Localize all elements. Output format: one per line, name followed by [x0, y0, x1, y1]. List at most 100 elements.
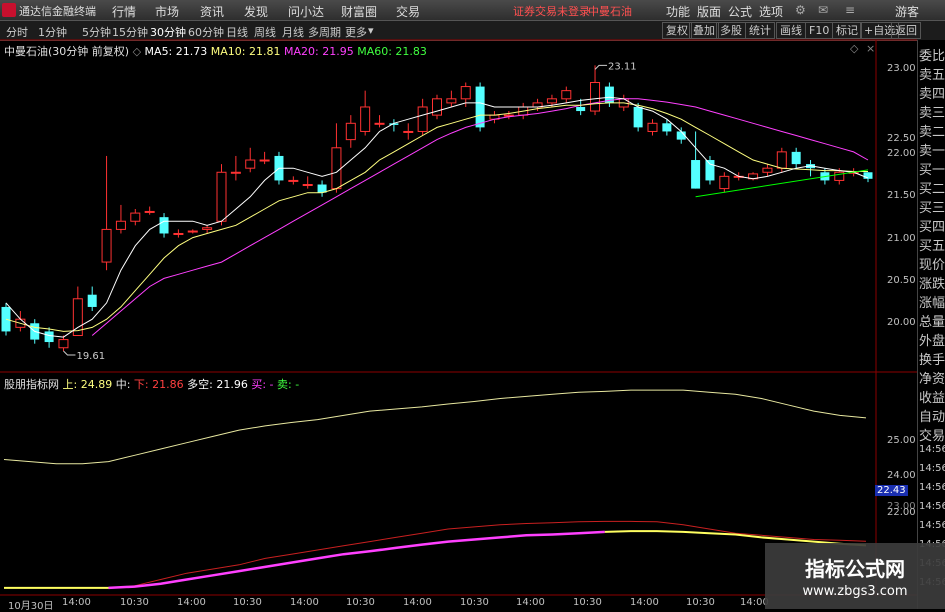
low-mark: 19.61 — [76, 351, 105, 362]
candle-body — [590, 81, 601, 112]
candle-body — [374, 122, 385, 125]
candle-body — [101, 228, 112, 263]
right-panel-item: 买二 — [919, 182, 945, 197]
time-axis-label: 14:00 — [516, 597, 545, 608]
indicator-axis-label: 25.00 — [887, 435, 916, 446]
right-panel-item: 现价 — [919, 258, 945, 273]
right-panel-item: 14:56 — [919, 482, 945, 493]
indicator-lower-line — [108, 530, 605, 590]
high-mark-pointer — [594, 64, 608, 70]
candle-body — [546, 98, 557, 104]
candle-body — [173, 232, 184, 235]
right-panel-item: 外盘 — [919, 334, 945, 349]
right-panel-item: 卖五 — [919, 68, 945, 83]
time-axis-label: 10:30 — [346, 597, 375, 608]
watermark-title: 指标公式网 — [805, 557, 905, 581]
right-panel-item: 收益 — [919, 391, 945, 406]
time-axis-label: 14:00 — [403, 597, 432, 608]
candle-body — [1, 306, 11, 332]
right-panel-item: 14:56 — [919, 444, 945, 455]
right-panel-item: 交易 — [919, 429, 945, 444]
candle-body — [159, 217, 169, 234]
right-panel-item: 换手 — [919, 353, 945, 368]
candle-body — [259, 159, 270, 162]
candle-body — [475, 86, 485, 128]
candle-body — [288, 179, 299, 182]
candle-body — [331, 147, 342, 190]
watermark-url: www.zbgs3.com — [802, 584, 908, 599]
candle-body — [561, 90, 572, 100]
candle-body — [230, 171, 241, 174]
right-panel-item: 卖二 — [919, 125, 945, 140]
right-panel-item: 总量 — [919, 315, 945, 330]
time-axis-label: 10:30 — [573, 597, 602, 608]
candle-body — [417, 106, 428, 132]
candle-body — [345, 122, 356, 141]
candle-body — [202, 227, 213, 230]
price-axis-label: 23.00 — [887, 63, 916, 74]
right-panel-item: 自动 — [919, 410, 945, 425]
price-axis-label: 22.50 — [887, 133, 916, 144]
candle-body — [216, 171, 227, 222]
time-axis-label: 10月30日 — [8, 601, 54, 612]
candle-body — [719, 175, 730, 190]
candle-body — [647, 122, 658, 132]
candle-body — [576, 106, 586, 112]
right-panel-item: 买一 — [919, 163, 945, 178]
indicator-middle-line — [4, 520, 867, 589]
right-panel-item: 买五 — [919, 239, 945, 254]
low-mark-pointer — [63, 350, 76, 356]
candle-body — [791, 151, 801, 165]
candle-body — [633, 106, 643, 128]
right-panel-item: 委比 — [919, 49, 945, 64]
price-axis-label: 22.00 — [887, 148, 916, 159]
right-panel-item: 净资 — [919, 372, 945, 387]
candle-body — [705, 160, 715, 181]
candle-body — [446, 98, 457, 104]
candle-body — [87, 294, 97, 307]
right-panel-item: 涨跌 — [919, 277, 945, 292]
right-panel-item: 14:56 — [919, 501, 945, 512]
candle-body — [58, 339, 69, 349]
time-axis-label: 14:00 — [177, 597, 206, 608]
time-axis-label: 14:00 — [630, 597, 659, 608]
right-panel-item: 卖一 — [919, 144, 945, 159]
candle-body — [460, 86, 471, 100]
time-axis-label: 10:30 — [120, 597, 149, 608]
indicator-axis-label: 22.00 — [887, 507, 916, 518]
right-panel-item: 14:56 — [919, 520, 945, 531]
right-panel-item: 买三 — [919, 201, 945, 216]
candle-body — [115, 220, 126, 230]
indicator-axis-label: 24.00 — [887, 470, 916, 481]
candle-body — [144, 210, 155, 213]
time-axis-label: 10:30 — [460, 597, 489, 608]
time-axis-label: 14:00 — [62, 597, 91, 608]
candle-body — [776, 151, 787, 169]
right-panel-item: 买四 — [919, 220, 945, 235]
price-axis-label: 21.50 — [887, 190, 916, 201]
time-axis-label: 10:30 — [686, 597, 715, 608]
ma20-line — [91, 98, 869, 336]
candle-body — [762, 167, 773, 173]
candle-body — [662, 123, 672, 132]
candle-body — [44, 331, 54, 343]
candle-body — [403, 130, 414, 133]
candle-body — [187, 230, 198, 233]
candle-body — [245, 159, 256, 169]
right-panel-item: 14:56 — [919, 463, 945, 474]
kline-chart[interactable]: 23.11 19.61 — [0, 0, 945, 609]
candle-body — [360, 106, 371, 132]
indicator-upper-line — [3, 389, 867, 465]
time-axis-label: 10:30 — [233, 597, 262, 608]
time-axis-label: 14:00 — [290, 597, 319, 608]
current-value-tag: 22.43 — [875, 485, 908, 496]
candle-body — [432, 98, 442, 116]
right-panel-item: 涨幅 — [919, 296, 945, 311]
price-axis-label: 21.00 — [887, 233, 916, 244]
candle-body — [302, 184, 313, 187]
high-mark: 23.11 — [608, 61, 637, 72]
candle-body — [130, 212, 141, 222]
right-panel-item: 卖三 — [919, 106, 945, 121]
right-panel-item: 卖四 — [919, 87, 945, 102]
price-axis-label: 20.00 — [887, 317, 916, 328]
